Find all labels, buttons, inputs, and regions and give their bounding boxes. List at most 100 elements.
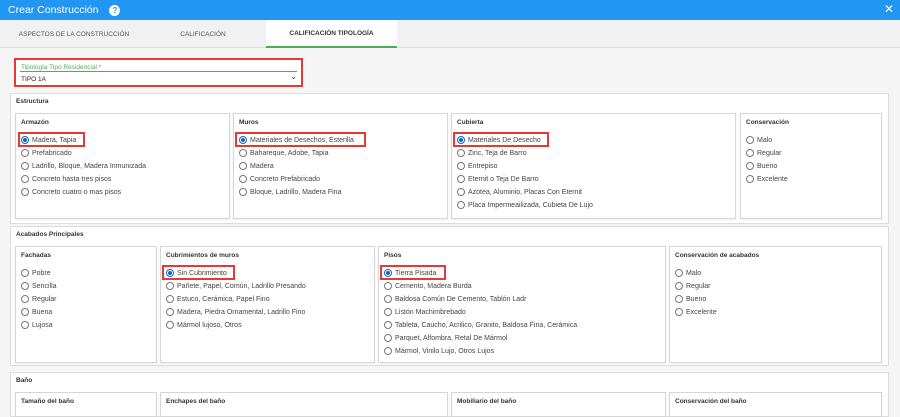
radio-conservacion-0[interactable]: Malo <box>746 136 772 144</box>
radio-cubierta-4[interactable]: Azotea, Aluminio, Placas Con Eternit <box>457 188 582 196</box>
panel-title: Fachadas <box>21 252 51 259</box>
radio-icon[interactable] <box>166 308 174 316</box>
panel-title: Cubrimientos de muros <box>166 252 239 259</box>
radio-cubierta-3[interactable]: Eternit o Teja De Barro <box>457 175 539 183</box>
radio-cubrimientos-2[interactable]: Estuco, Cerámica, Papel Fino <box>166 295 270 303</box>
radio-cubrimientos-3[interactable]: Madera, Piedra Ornamental, Ladrillo Fino <box>166 308 305 316</box>
radio-icon[interactable] <box>21 308 29 316</box>
radio-icon[interactable] <box>166 295 174 303</box>
chevron-down-icon: ⌄ <box>290 72 297 81</box>
radio-cubrimientos-4[interactable]: Mármol lujoso, Otros <box>166 321 242 329</box>
radio-muros-1[interactable]: Bahareque, Adobe, Tapia <box>239 149 329 157</box>
tipologia-label: Tipología Tipo Residencial * <box>21 64 102 71</box>
radio-fachadas-2[interactable]: Regular <box>21 295 57 303</box>
radio-icon[interactable] <box>746 175 754 183</box>
radio-icon[interactable] <box>384 347 392 355</box>
radio-cubierta-1[interactable]: Zinc, Teja de Barro <box>457 149 527 157</box>
radio-icon[interactable] <box>675 269 683 277</box>
radio-icon[interactable] <box>239 188 247 196</box>
panel-cubierta: Cubierta Materiales De Desecho Zinc, Tej… <box>451 113 736 219</box>
radio-icon[interactable] <box>746 162 754 170</box>
radio-fachadas-0[interactable]: Pobre <box>21 269 51 277</box>
panel-fachadas: Fachadas Pobre Sencilla Regular Buena Lu… <box>15 246 157 363</box>
radio-icon[interactable] <box>21 175 29 183</box>
radio-icon[interactable] <box>21 295 29 303</box>
radio-conservacion-acabados-0[interactable]: Malo <box>675 269 701 277</box>
highlight-box <box>235 132 366 147</box>
tab-aspectos[interactable]: ASPECTOS DE LA CONSTRUCCIÓN <box>0 20 148 48</box>
radio-icon[interactable] <box>457 149 465 157</box>
radio-cubierta-5[interactable]: Placa Impermeailizada, Cubieta De Lujo <box>457 201 593 209</box>
radio-pisos-1[interactable]: Cemento, Madera Burda <box>384 282 472 290</box>
radio-fachadas-3[interactable]: Buena <box>21 308 52 316</box>
radio-armazon-3[interactable]: Concreto hasta tres pisos <box>21 175 111 183</box>
radio-conservacion-acabados-1[interactable]: Regular <box>675 282 711 290</box>
radio-icon[interactable] <box>384 334 392 342</box>
close-icon[interactable]: ✕ <box>884 3 894 15</box>
radio-icon[interactable] <box>457 188 465 196</box>
tipologia-select[interactable]: Tipología Tipo Residencial * TIPO 1A ⌄ <box>14 58 303 87</box>
radio-conservacion-3[interactable]: Excelente <box>746 175 788 183</box>
radio-icon[interactable] <box>746 149 754 157</box>
panel-title: Cubierta <box>457 119 484 126</box>
section-title: Estructura <box>16 98 49 105</box>
radio-cubrimientos-1[interactable]: Pañete, Papel, Común, Ladrillo Presando <box>166 282 306 290</box>
radio-icon[interactable] <box>746 136 754 144</box>
radio-icon[interactable] <box>21 269 29 277</box>
radio-icon[interactable] <box>21 188 29 196</box>
radio-pisos-6[interactable]: Mármol, Vinilo Lujo, Otros Lujos <box>384 347 494 355</box>
tab-bar: ASPECTOS DE LA CONSTRUCCIÓN CALIFICACIÓN… <box>0 20 900 48</box>
highlight-box <box>18 132 85 147</box>
radio-icon[interactable] <box>457 175 465 183</box>
radio-conservacion-2[interactable]: Bueno <box>746 162 777 170</box>
radio-armazon-2[interactable]: Ladrillo, Bloque, Madera Inmunizada <box>21 162 146 170</box>
highlight-box <box>453 132 549 147</box>
radio-icon[interactable] <box>384 308 392 316</box>
panel-title: Conservación del baño <box>675 398 747 405</box>
radio-icon[interactable] <box>675 295 683 303</box>
radio-icon[interactable] <box>675 308 683 316</box>
radio-muros-3[interactable]: Concreto Prefabricado <box>239 175 320 183</box>
radio-icon[interactable] <box>21 321 29 329</box>
radio-muros-4[interactable]: Bloque, Ladrillo, Madera Fina <box>239 188 341 196</box>
radio-icon[interactable] <box>239 149 247 157</box>
panel-muros: Muros Materiales de Desechos, Esterilla … <box>233 113 448 219</box>
radio-conservacion-acabados-3[interactable]: Excelente <box>675 308 717 316</box>
panel-pisos: Pisos Tierra Pisada Cemento, Madera Burd… <box>378 246 666 363</box>
tipologia-value: TIPO 1A <box>21 76 46 83</box>
radio-icon[interactable] <box>384 282 392 290</box>
radio-conservacion-1[interactable]: Regular <box>746 149 782 157</box>
radio-pisos-5[interactable]: Parquet, Alfombra, Retal De Mármol <box>384 334 507 342</box>
radio-icon[interactable] <box>21 162 29 170</box>
section-title: Baño <box>16 377 33 384</box>
radio-icon[interactable] <box>239 162 247 170</box>
help-icon[interactable]: ? <box>109 4 121 16</box>
tab-calificacion[interactable]: CALIFICACIÓN <box>148 20 258 48</box>
radio-conservacion-acabados-2[interactable]: Bueno <box>675 295 706 303</box>
radio-icon[interactable] <box>457 201 465 209</box>
radio-fachadas-1[interactable]: Sencilla <box>21 282 57 290</box>
radio-pisos-4[interactable]: Tableta, Caucho, Acrilico, Granito, Bald… <box>384 321 577 329</box>
radio-cubierta-2[interactable]: Entrepiso <box>457 162 498 170</box>
radio-icon[interactable] <box>21 149 29 157</box>
panel-title: Mobiliario del baño <box>457 398 517 405</box>
radio-icon[interactable] <box>457 162 465 170</box>
radio-icon[interactable] <box>675 282 683 290</box>
radio-pisos-2[interactable]: Baldosa Común De Cemento, Tablón Ladr <box>384 295 526 303</box>
tab-calificacion-tipologia[interactable]: CALIFICACIÓN TIPOLOGÍA <box>266 20 397 48</box>
radio-armazon-4[interactable]: Concreto cuatro o mas pisos <box>21 188 121 196</box>
panel-title: Armazón <box>21 119 49 126</box>
radio-icon[interactable] <box>384 321 392 329</box>
radio-icon[interactable] <box>166 282 174 290</box>
panel-tamano-bano: Tamaño del baño <box>15 392 157 417</box>
radio-fachadas-4[interactable]: Lujosa <box>21 321 53 329</box>
radio-pisos-3[interactable]: Listón Machimbrebado <box>384 308 466 316</box>
radio-icon[interactable] <box>166 321 174 329</box>
highlight-box <box>162 265 235 280</box>
radio-icon[interactable] <box>384 295 392 303</box>
radio-muros-2[interactable]: Madera <box>239 162 274 170</box>
radio-icon[interactable] <box>239 175 247 183</box>
radio-armazon-1[interactable]: Prefabricado <box>21 149 72 157</box>
radio-icon[interactable] <box>21 282 29 290</box>
panel-conservacion-bano: Conservación del baño <box>669 392 882 417</box>
